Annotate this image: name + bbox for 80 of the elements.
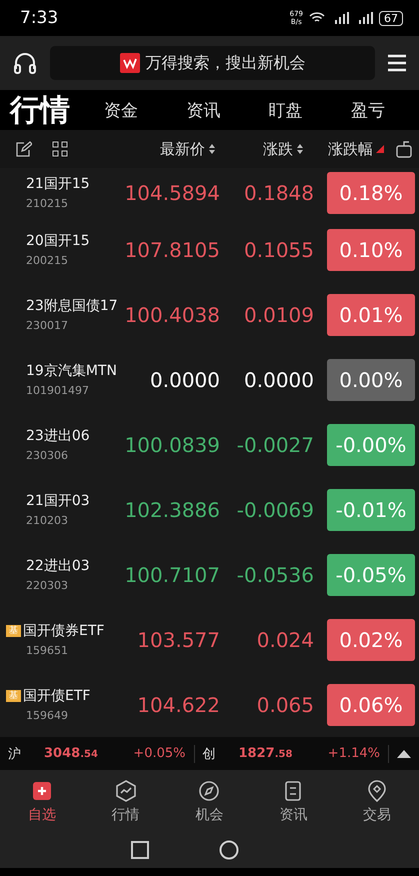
- price-value: 100.7107: [124, 562, 220, 586]
- bond-name: 23进出06: [25, 427, 90, 445]
- edit-icon[interactable]: [16, 141, 32, 157]
- change-percent-tag: 0.02%: [327, 618, 415, 660]
- bond-name: 19京汽集MTN: [25, 362, 117, 380]
- home-icon[interactable]: [218, 840, 238, 860]
- bond-name: 21国开03: [25, 492, 90, 510]
- nav-tab[interactable]: 自选: [0, 778, 84, 824]
- headphones-icon[interactable]: [12, 51, 38, 75]
- column-header[interactable]: 最新价: [110, 140, 216, 158]
- nav-tab[interactable]: 交易: [335, 778, 419, 824]
- bond-name: 国开债券ETF: [23, 622, 104, 640]
- price-value: 104.622: [136, 692, 220, 716]
- nav-tab[interactable]: 资讯: [251, 778, 336, 824]
- price-value: 107.8105: [124, 238, 220, 262]
- change-value: 0.0000: [243, 368, 314, 392]
- wifi-icon: [309, 12, 325, 24]
- fund-badge: 基: [6, 625, 21, 637]
- tab[interactable]: 盈亏: [326, 98, 409, 122]
- index-label: 沪: [8, 746, 22, 762]
- status-time: 7:33: [20, 8, 60, 28]
- change-percent-tag: 0.06%: [327, 684, 415, 726]
- nav-tab[interactable]: 行情: [84, 778, 168, 824]
- chart-icon: [114, 778, 138, 802]
- change-percent-tag: -0.01%: [327, 488, 415, 530]
- tab[interactable]: 行情: [10, 90, 70, 130]
- change-value: 0.065: [256, 692, 314, 716]
- change-value: -0.0536: [236, 562, 314, 586]
- change-value: -0.0069: [236, 498, 314, 522]
- index-value: 1827.58: [238, 746, 294, 761]
- bond-code: 210203: [25, 514, 69, 527]
- change-percent-tag: 0.00%: [327, 358, 415, 400]
- price-value: 102.3886: [124, 498, 220, 522]
- bond-name: 20国开15: [25, 232, 90, 250]
- price-value: 103.577: [136, 628, 220, 652]
- bond-code: 101901497: [25, 384, 90, 397]
- column-header[interactable]: 涨跌: [216, 140, 304, 158]
- tab[interactable]: 盯盘: [244, 98, 327, 122]
- change-percent-tag: 0.10%: [327, 228, 415, 270]
- bond-code: 159649: [25, 709, 69, 722]
- nav-tab[interactable]: 机会: [168, 778, 252, 824]
- column-header[interactable]: 涨跌幅: [304, 140, 384, 158]
- index-value: 3048.54: [44, 746, 99, 761]
- tab[interactable]: 资金: [80, 98, 162, 122]
- search-field[interactable]: 万得搜索，搜出新机会: [50, 46, 375, 80]
- change-percent-tag: -0.05%: [327, 554, 415, 596]
- change-value: 0.024: [256, 628, 314, 652]
- bond-code: 200215: [25, 254, 69, 267]
- bond-code: 220303: [25, 579, 69, 592]
- grid-icon[interactable]: [52, 141, 68, 157]
- bond-name: 21国开15: [25, 175, 90, 193]
- bond-code: 159651: [25, 644, 69, 657]
- change-percent-tag: -0.00%: [327, 424, 415, 466]
- price-value: 100.0839: [124, 432, 220, 456]
- index-label: 创: [202, 746, 216, 762]
- index-change: +0.05%: [133, 746, 186, 761]
- change-percent-tag: 0.01%: [327, 294, 415, 336]
- recents-icon[interactable]: [130, 841, 148, 859]
- bond-code: 230306: [25, 449, 69, 462]
- tab[interactable]: 资讯: [162, 98, 244, 122]
- price-value: 0.0000: [149, 368, 220, 392]
- change-value: 0.1055: [243, 238, 314, 262]
- change-percent-tag: 0.18%: [327, 172, 415, 214]
- expand-icon[interactable]: [397, 750, 411, 758]
- logo-icon: [120, 53, 140, 73]
- bond-name: 23附息国债17: [25, 297, 118, 315]
- change-value: 0.1848: [243, 180, 314, 204]
- bond-name: 22进出03: [25, 557, 90, 575]
- index-change: +1.14%: [328, 746, 380, 761]
- bond-code: 230017: [25, 319, 69, 332]
- bond-code: 210215: [25, 197, 69, 210]
- fund-badge: 基: [6, 690, 21, 702]
- change-value: 0.0109: [243, 302, 314, 326]
- price-value: 100.4038: [124, 302, 220, 326]
- price-value: 104.5894: [124, 180, 220, 204]
- bond-name: 国开债ETF: [23, 687, 90, 705]
- compass-icon: [197, 778, 222, 802]
- menu-icon[interactable]: [387, 54, 407, 72]
- change-value: -0.0027: [236, 432, 314, 456]
- battery-level: 67: [379, 10, 403, 26]
